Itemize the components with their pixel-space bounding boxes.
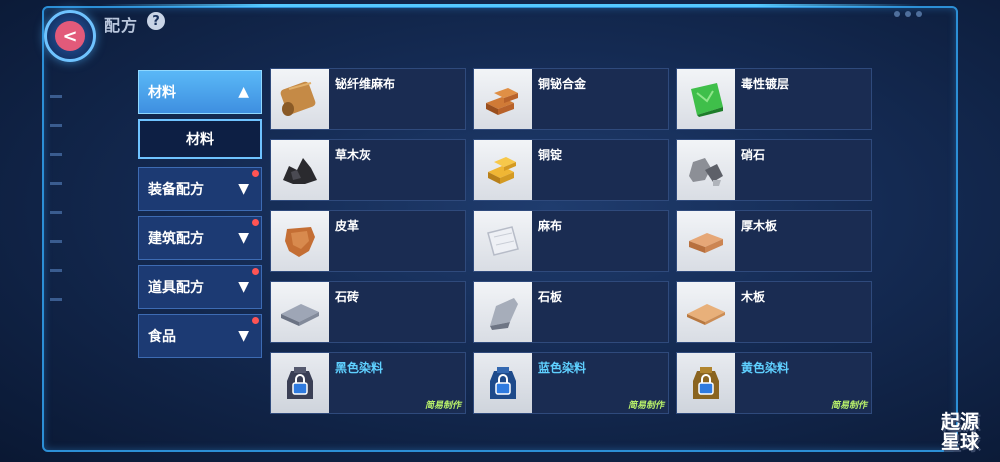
thick-plank-icon [677,211,735,271]
subcategory-label: 材料 [186,132,214,148]
alloy-ingot-icon [474,69,532,129]
recipe-card[interactable]: 石砖 [270,281,466,343]
help-icon[interactable]: ? [147,12,165,30]
chevron-down-icon: ▼ [238,328,249,344]
chevron-up-icon: ▲ [238,84,249,100]
recipe-name: 木板 [741,290,766,304]
back-button[interactable]: < [44,10,96,62]
category-materials[interactable]: 材料 ▲ [138,70,262,114]
category-label: 食品 [148,329,176,345]
recipe-card[interactable]: 铜锭 [473,139,669,201]
category-label: 装备配方 [148,182,204,198]
category-food[interactable]: 食品 ▼ [138,314,262,358]
recipe-card-locked[interactable]: 黄色染料 简易制作 [676,352,872,414]
category-equipment[interactable]: 装备配方 ▼ [138,167,262,211]
recipe-card-locked[interactable]: 蓝色染料 简易制作 [473,352,669,414]
recipe-card[interactable]: 石板 [473,281,669,343]
logo-line: 星球 [940,431,979,453]
recipe-card[interactable]: 木板 [676,281,872,343]
left-ticks [50,95,62,301]
recipe-name: 麻布 [538,219,563,233]
recipe-grid: 铋纤维麻布 铜铋合金 毒性镀层 草木灰 铜锭 硝石 皮革 麻布 厚木板 石砖 石… [270,68,872,414]
recipe-card-locked[interactable]: 黑色染料 简易制作 [270,352,466,414]
recipe-name: 黄色染料 [741,361,790,375]
locked-dye-icon [677,353,735,413]
recipe-card[interactable]: 草木灰 [270,139,466,201]
linen-icon [474,211,532,271]
recipe-name: 硝石 [741,148,766,162]
stone-slab-icon [474,282,532,342]
stone-brick-icon [271,282,329,342]
toxic-sheet-icon [677,69,735,129]
recipe-card[interactable]: 铋纤维麻布 [270,68,466,130]
recipe-name: 皮革 [335,219,360,233]
window-dots [894,11,922,17]
category-label: 材料 [148,85,176,101]
recipe-name: 石砖 [335,290,360,304]
frame-top-accent [100,4,920,7]
saltpeter-icon [677,140,735,200]
category-menu: 材料 ▲ 材料 装备配方 ▼ 建筑配方 ▼ 道具配方 ▼ 食品 ▼ [138,70,262,363]
recipe-name: 铜锭 [538,148,563,162]
recipe-name: 毒性镀层 [741,77,790,91]
recipe-name: 草木灰 [335,148,372,162]
notification-dot [252,317,259,324]
recipe-name: 蓝色染料 [538,361,587,375]
recipe-card[interactable]: 厚木板 [676,210,872,272]
notification-dot [252,268,259,275]
logo-line: 起源 [940,411,979,433]
recipe-name: 黑色染料 [335,361,384,375]
craft-tag: 简易制作 [424,401,461,411]
chevron-down-icon: ▼ [238,181,249,197]
ash-icon [271,140,329,200]
chevron-down-icon: ▼ [238,230,249,246]
recipe-name: 铜铋合金 [538,77,587,91]
recipe-name: 厚木板 [741,219,778,233]
recipe-card[interactable]: 硝石 [676,139,872,201]
notification-dot [252,219,259,226]
category-label: 建筑配方 [148,231,204,247]
craft-tag: 简易制作 [627,401,664,411]
page-title: 配方 [104,16,139,35]
plank-icon [677,282,735,342]
locked-dye-icon [271,353,329,413]
recipe-card[interactable]: 铜铋合金 [473,68,669,130]
back-arrow-icon: < [55,21,85,51]
craft-tag: 简易制作 [830,401,867,411]
copper-ingot-icon [474,140,532,200]
locked-dye-icon [474,353,532,413]
category-tools[interactable]: 道具配方 ▼ [138,265,262,309]
category-label: 道具配方 [148,280,204,296]
cloth-roll-icon [271,69,329,129]
game-logo: 起源 星球 [936,412,984,452]
category-building[interactable]: 建筑配方 ▼ [138,216,262,260]
recipe-card[interactable]: 毒性镀层 [676,68,872,130]
subcategory-materials[interactable]: 材料 [138,119,262,159]
recipe-name: 石板 [538,290,563,304]
recipe-card[interactable]: 皮革 [270,210,466,272]
chevron-down-icon: ▼ [238,279,249,295]
recipe-name: 铋纤维麻布 [335,77,396,91]
notification-dot [252,170,259,177]
leather-icon [271,211,329,271]
recipe-card[interactable]: 麻布 [473,210,669,272]
